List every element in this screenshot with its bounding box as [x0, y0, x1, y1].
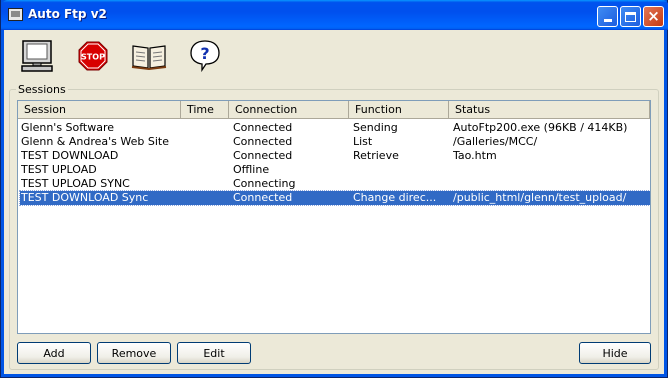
add-button[interactable]: Add — [17, 342, 91, 364]
svg-text:STOP: STOP — [81, 53, 105, 62]
cell-session: Glenn & Andrea's Web Site — [21, 135, 169, 148]
close-button[interactable]: × — [643, 6, 664, 27]
app-icon — [8, 8, 23, 21]
cell-time — [181, 191, 227, 205]
column-header-time[interactable]: Time — [181, 101, 229, 118]
edit-button[interactable]: Edit — [177, 342, 251, 364]
help-icon: ? — [190, 40, 220, 73]
cell-time — [181, 177, 227, 191]
book-icon — [131, 45, 167, 71]
cell-function: Retrieve — [353, 149, 399, 162]
close-icon: × — [647, 7, 660, 25]
cell-function — [353, 177, 447, 191]
remove-button[interactable]: Remove — [97, 342, 171, 364]
minimize-icon — [603, 19, 612, 22]
cell-status — [453, 177, 648, 191]
cell-connection: Offline — [233, 163, 270, 176]
column-header-connection[interactable]: Connection — [229, 101, 349, 118]
cell-connection: Connected — [233, 149, 293, 162]
connect-button[interactable] — [17, 38, 57, 74]
cell-status: /public_html/glenn/test_upload/ — [453, 191, 627, 204]
column-header-session[interactable]: Session — [18, 101, 181, 118]
cell-session: TEST UPLOAD — [21, 163, 97, 176]
cell-time — [181, 135, 227, 149]
cell-time — [181, 121, 227, 135]
sessions-group-label: Sessions — [16, 83, 68, 96]
session-row[interactable]: TEST DOWNLOAD Sync Connected Change direc.… — [19, 190, 650, 206]
svg-text:?: ? — [200, 44, 209, 63]
cell-connection: Connecting — [233, 177, 296, 190]
session-row[interactable]: TEST UPLOAD SYNC Connecting — [20, 177, 650, 191]
session-row[interactable]: Glenn & Andrea's Web Site Connected List/G… — [20, 135, 650, 149]
cell-status: Tao.htm — [453, 149, 497, 162]
cell-time — [181, 163, 227, 177]
cell-session: TEST UPLOAD SYNC — [21, 177, 130, 190]
cell-connection: Connected — [233, 135, 293, 148]
cell-time — [181, 149, 227, 163]
column-header-function[interactable]: Function — [349, 101, 449, 118]
cell-session: TEST DOWNLOAD — [21, 149, 119, 162]
cell-function: Sending — [353, 121, 398, 134]
app-window: Auto Ftp v2 × STOP ? Sessions Session Ti… — [0, 0, 668, 378]
window-title: Auto Ftp v2 — [28, 7, 107, 21]
cell-connection: Connected — [233, 191, 293, 204]
cell-connection: Connected — [233, 121, 293, 134]
maximize-icon — [625, 11, 636, 22]
cell-status: AutoFtp200.exe (96KB / 414KB) — [453, 121, 628, 134]
cell-function: Change direc... — [353, 191, 437, 204]
session-row[interactable]: TEST UPLOAD Offline — [20, 163, 650, 177]
stop-button[interactable]: STOP — [73, 38, 113, 74]
session-row[interactable]: Glenn's Software Connected Sending AutoFtp2… — [20, 121, 650, 135]
session-row[interactable]: TEST DOWNLOAD Connected Retrieve Tao.htm — [20, 149, 650, 163]
cell-session: Glenn's Software — [21, 121, 115, 134]
cell-function: List — [353, 135, 373, 148]
cell-status — [453, 163, 648, 177]
cell-session: TEST DOWNLOAD Sync — [21, 191, 149, 204]
cell-status: /Galleries/MCC/ — [453, 135, 538, 148]
log-button[interactable] — [129, 38, 169, 74]
stop-icon: STOP — [78, 41, 108, 71]
hide-button[interactable]: Hide — [579, 342, 651, 364]
title-bar[interactable]: Auto Ftp v2 × — [1, 0, 668, 30]
maximize-button[interactable] — [620, 6, 641, 27]
cell-function — [353, 163, 447, 177]
list-header: Session Time Connection Function Status — [18, 101, 650, 119]
help-button[interactable]: ? — [185, 38, 225, 74]
sessions-list[interactable]: Session Time Connection Function Status … — [17, 100, 651, 334]
column-header-status[interactable]: Status — [449, 101, 650, 118]
monitor-icon — [21, 40, 53, 72]
minimize-button[interactable] — [597, 6, 618, 27]
